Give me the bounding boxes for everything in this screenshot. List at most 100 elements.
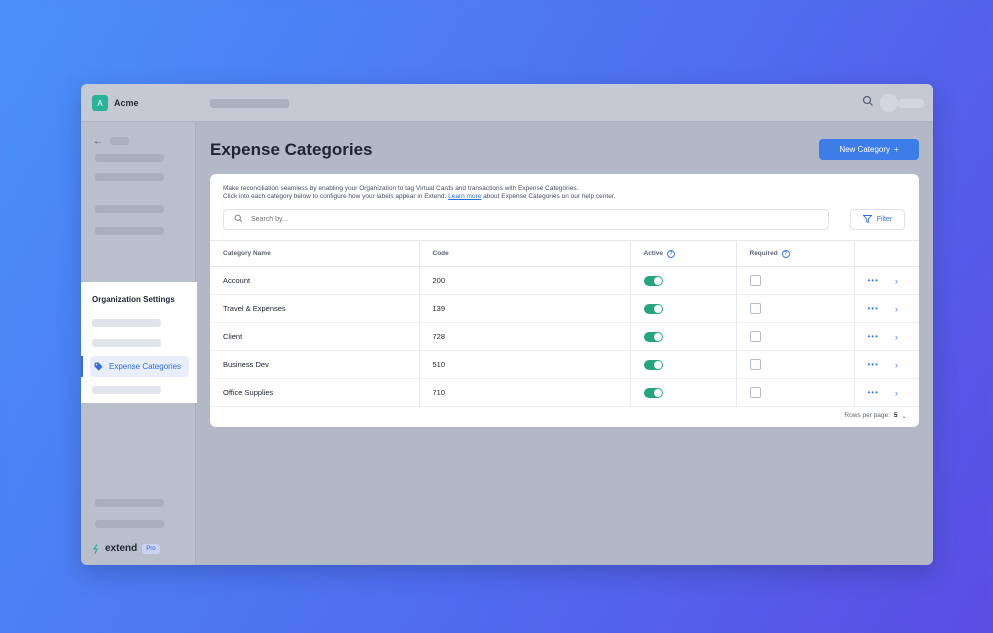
- new-category-label: New Category: [839, 145, 890, 154]
- category-name: Account: [210, 266, 420, 295]
- section-title: Organization Settings: [92, 295, 175, 304]
- table-row[interactable]: Account 200 ••• ›: [210, 266, 919, 295]
- category-name: Travel & Expenses: [210, 294, 420, 323]
- extend-logo-icon: [92, 543, 99, 554]
- row-actions: ••• ›: [854, 266, 919, 295]
- required-cell: [736, 266, 855, 295]
- column-header-required[interactable]: Required?: [736, 240, 855, 267]
- required-checkbox[interactable]: [749, 275, 761, 286]
- new-category-button[interactable]: New Category +: [819, 139, 919, 160]
- active-indicator: [81, 356, 83, 377]
- top-placeholder: [210, 99, 289, 108]
- app-window: A Acme ← Organization Settings Expense C…: [81, 84, 933, 565]
- table-row[interactable]: Travel & Expenses 139 ••• ›: [210, 294, 919, 323]
- category-code: 710: [419, 378, 631, 407]
- table-row[interactable]: Office Supplies 710 ••• ›: [210, 378, 919, 407]
- categories-table: Category Name Code Active? Required? Acc…: [210, 240, 919, 407]
- description: Make reconciliation seamless by enabling…: [223, 185, 615, 201]
- active-toggle[interactable]: [643, 303, 663, 314]
- table-row[interactable]: Business Dev 510 ••• ›: [210, 350, 919, 379]
- search-field[interactable]: [223, 209, 829, 230]
- row-actions: ••• ›: [854, 378, 919, 407]
- description-text: about Expense Categories on our help cen…: [483, 193, 616, 200]
- main-content: Expense Categories New Category + Make r…: [197, 122, 933, 565]
- sidebar-placeholder: [92, 339, 161, 347]
- org-avatar: A: [92, 95, 108, 111]
- sidebar-placeholder: [95, 205, 164, 213]
- required-checkbox[interactable]: [749, 303, 761, 314]
- description-text: Click into each category below to config…: [223, 193, 447, 200]
- required-cell: [736, 294, 855, 323]
- sidebar: ← Organization Settings Expense Categori…: [81, 122, 197, 565]
- sidebar-placeholder: [92, 319, 161, 327]
- more-options-icon[interactable]: •••: [868, 332, 879, 341]
- active-toggle[interactable]: [643, 359, 663, 370]
- row-actions: ••• ›: [854, 322, 919, 351]
- required-checkbox[interactable]: [749, 331, 761, 342]
- chevron-right-icon[interactable]: ›: [895, 388, 898, 398]
- category-code: 139: [419, 294, 631, 323]
- chevron-down-icon[interactable]: ⌄: [902, 412, 907, 420]
- chevron-right-icon[interactable]: ›: [895, 360, 898, 370]
- help-icon[interactable]: ?: [781, 249, 790, 258]
- sidebar-placeholder: [95, 227, 164, 235]
- row-actions: ••• ›: [854, 350, 919, 379]
- org-switcher[interactable]: A Acme: [92, 95, 139, 111]
- column-header-name[interactable]: Category Name: [210, 240, 420, 267]
- rows-per-page-select[interactable]: 5: [894, 412, 898, 419]
- rows-per-page-label: Rows per page:: [844, 412, 890, 419]
- search-icon: [234, 214, 243, 225]
- active-cell: [630, 322, 737, 351]
- required-checkbox[interactable]: [749, 359, 761, 370]
- back-arrow-icon[interactable]: ←: [93, 136, 103, 147]
- more-options-icon[interactable]: •••: [868, 276, 879, 285]
- row-actions: ••• ›: [854, 294, 919, 323]
- table-header-row: Category Name Code Active? Required?: [210, 240, 919, 267]
- active-cell: [630, 266, 737, 295]
- sidebar-item-expense-categories[interactable]: Expense Categories: [81, 356, 189, 377]
- filter-icon: [862, 214, 873, 225]
- required-cell: [736, 350, 855, 379]
- description-line-2: Click into each category below to config…: [223, 193, 615, 201]
- active-cell: [630, 350, 737, 379]
- pro-badge: Pro: [142, 543, 160, 554]
- column-header-code[interactable]: Code: [419, 240, 631, 267]
- learn-more-link[interactable]: Learn more: [448, 193, 481, 200]
- active-toggle[interactable]: [643, 275, 663, 286]
- category-name: Client: [210, 322, 420, 351]
- search-icon[interactable]: [862, 95, 876, 109]
- chevron-right-icon[interactable]: ›: [895, 276, 898, 286]
- user-avatar[interactable]: [880, 94, 898, 112]
- sidebar-item-label: Expense Categories: [109, 362, 182, 371]
- sidebar-placeholder: [95, 154, 164, 162]
- org-name: Acme: [114, 98, 139, 108]
- active-toggle[interactable]: [643, 331, 663, 342]
- organization-settings-panel: Organization Settings Expense Categories: [81, 282, 197, 403]
- search-input[interactable]: [251, 216, 751, 223]
- sidebar-placeholder: [92, 386, 161, 394]
- sidebar-placeholder: [95, 173, 164, 181]
- user-name-placeholder: [898, 99, 924, 108]
- chevron-right-icon[interactable]: ›: [895, 332, 898, 342]
- required-cell: [736, 322, 855, 351]
- filter-label: Filter: [876, 216, 893, 223]
- tag-icon: [94, 362, 103, 371]
- active-cell: [630, 294, 737, 323]
- page-title: Expense Categories: [210, 140, 373, 159]
- more-options-icon[interactable]: •••: [868, 304, 879, 313]
- help-icon[interactable]: ?: [667, 249, 676, 258]
- table-row[interactable]: Client 728 ••• ›: [210, 322, 919, 351]
- required-checkbox[interactable]: [749, 387, 761, 398]
- sidebar-placeholder: [95, 520, 164, 528]
- more-options-icon[interactable]: •••: [868, 360, 879, 369]
- column-header-active[interactable]: Active?: [630, 240, 737, 267]
- filter-button[interactable]: Filter: [850, 209, 905, 230]
- chevron-right-icon[interactable]: ›: [895, 304, 898, 314]
- description-line-1: Make reconciliation seamless by enabling…: [223, 185, 579, 192]
- brand-name: extend: [105, 543, 138, 554]
- category-name: Office Supplies: [210, 378, 420, 407]
- more-options-icon[interactable]: •••: [868, 388, 879, 397]
- active-toggle[interactable]: [643, 387, 663, 398]
- column-header-actions: [854, 240, 919, 267]
- sidebar-placeholder: [95, 499, 164, 507]
